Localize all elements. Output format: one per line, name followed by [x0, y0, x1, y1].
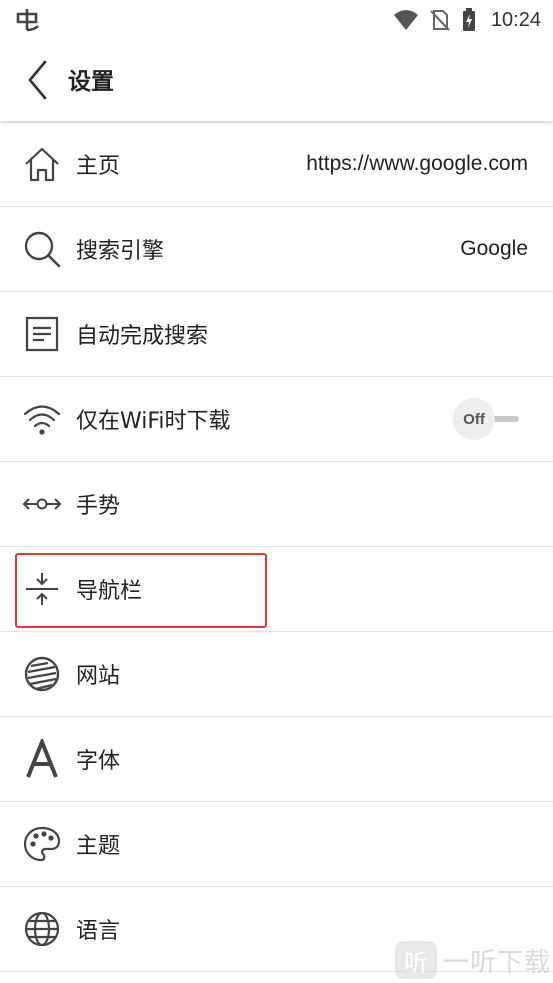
setting-row-wifi-download[interactable]: 仅在WiFi时下载 Off [0, 377, 553, 462]
setting-label: 主题 [76, 834, 121, 859]
no-sim-icon [430, 10, 450, 31]
globe-icon [24, 911, 60, 947]
setting-row-search-engine[interactable]: 搜索引擎 Google [0, 207, 553, 292]
setting-row-gestures[interactable]: 手势 [0, 462, 553, 547]
document-lines-icon [25, 316, 59, 352]
app-bar: 设置 [0, 40, 553, 121]
font-letter-a-icon [26, 739, 58, 778]
home-icon [25, 147, 59, 182]
settings-list: 主页 https://www.google.com 搜索引擎 Google 自动… [0, 122, 553, 972]
app-notification-icon [16, 9, 39, 32]
setting-label: 字体 [76, 749, 121, 774]
website-globe-stripes-icon [24, 656, 60, 692]
back-arrow-icon[interactable] [18, 58, 58, 102]
setting-label: 导航栏 [76, 579, 143, 604]
setting-row-navigation-bar[interactable]: 导航栏 [0, 547, 553, 632]
setting-row-homepage[interactable]: 主页 https://www.google.com [0, 122, 553, 207]
search-icon [24, 231, 61, 268]
setting-value: https://www.google.com [306, 152, 528, 175]
page-title: 设置 [68, 69, 114, 95]
collapse-vertical-icon [26, 573, 58, 605]
setting-label: 主页 [76, 154, 121, 179]
setting-label: 搜索引擎 [76, 239, 165, 264]
setting-label: 自动完成搜索 [76, 324, 209, 349]
setting-label: 语言 [76, 919, 121, 944]
setting-row-websites[interactable]: 网站 [0, 632, 553, 717]
battery-charging-icon [462, 8, 475, 31]
toggle-thumb: Off [453, 398, 495, 440]
setting-label: 网站 [76, 664, 121, 689]
status-bar: 10:24 [0, 0, 553, 40]
gesture-arrows-icon [22, 498, 62, 510]
status-icons: 10:24 [393, 0, 541, 40]
palette-icon [23, 826, 61, 862]
wifi-download-toggle[interactable]: Off [453, 398, 523, 440]
setting-label: 手势 [76, 494, 121, 519]
wifi-icon [23, 405, 61, 435]
setting-row-autocomplete[interactable]: 自动完成搜索 [0, 292, 553, 377]
setting-value: Google [460, 237, 528, 260]
setting-row-theme[interactable]: 主题 [0, 802, 553, 887]
wifi-signal-icon [393, 10, 418, 30]
setting-row-language[interactable]: 语言 [0, 887, 553, 972]
status-time: 10:24 [490, 8, 541, 31]
setting-row-font[interactable]: 字体 [0, 717, 553, 802]
setting-label: 仅在WiFi时下载 [76, 409, 231, 434]
